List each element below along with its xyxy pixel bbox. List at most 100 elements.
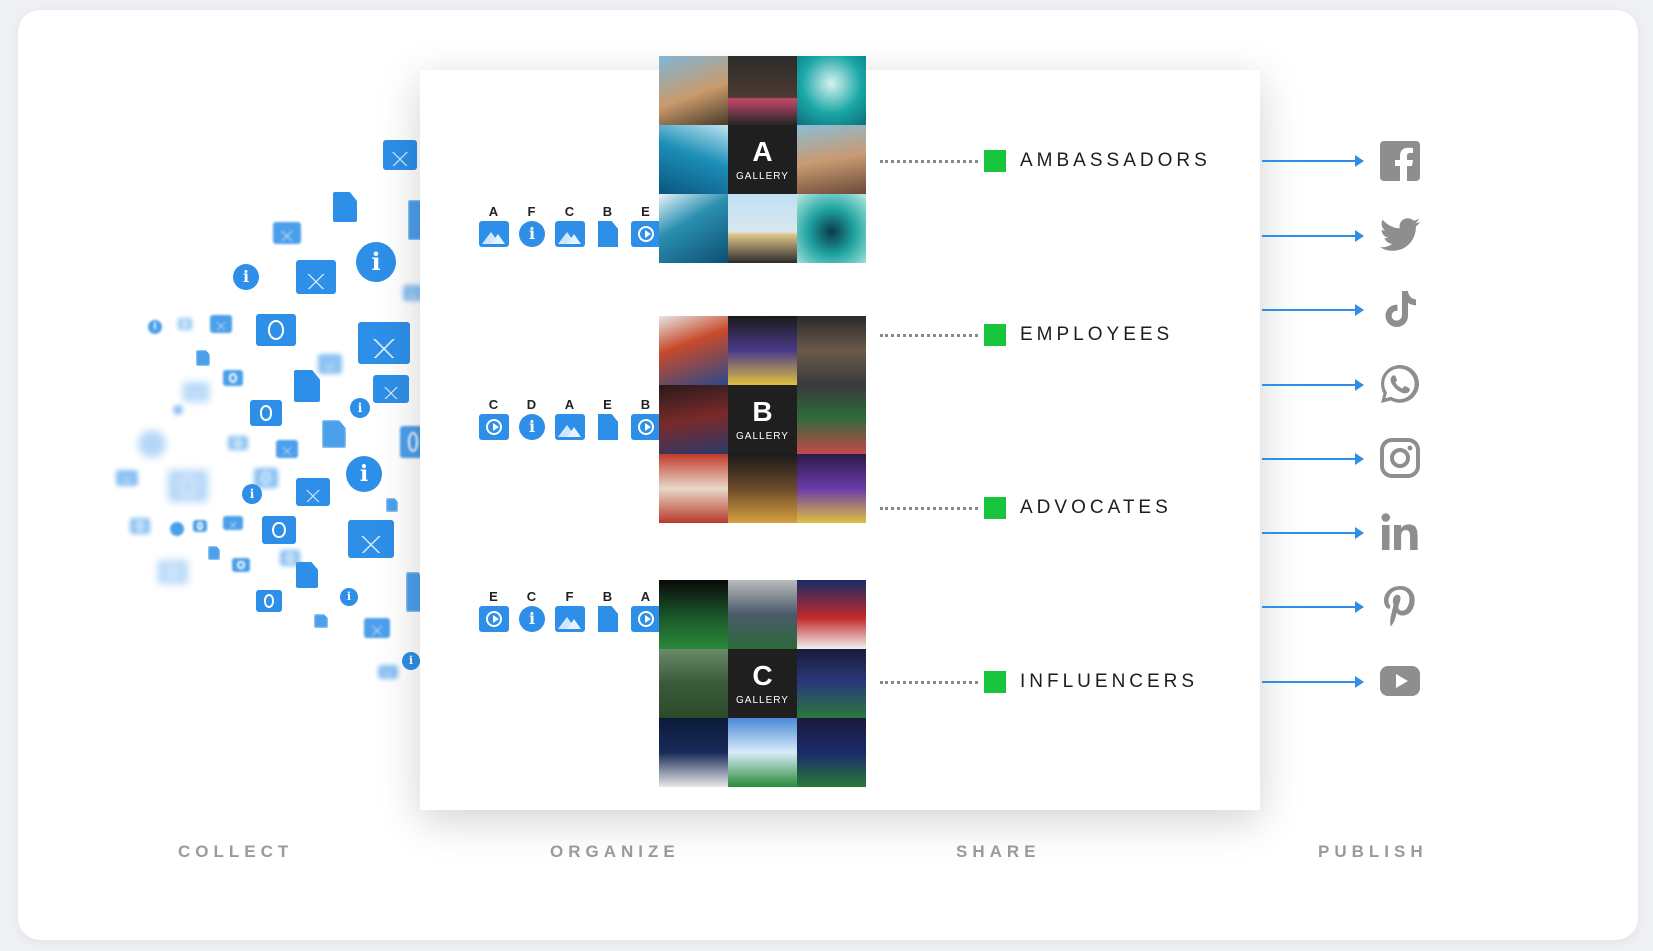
image-icon [555,414,585,440]
gallery-label-tile: A GALLERY [728,125,797,194]
video-icon [256,590,282,612]
media-item[interactable]: A [478,203,510,247]
media-tag-letter: C [526,589,538,604]
gallery-letter: C [752,660,773,691]
media-item[interactable]: Ci [516,588,548,632]
pinterest-icon[interactable] [1378,584,1422,628]
document-icon [196,350,210,366]
video-icon [631,414,661,440]
gallery-photo [659,125,728,194]
document-icon [386,498,398,512]
video-icon [158,560,188,584]
video-icon [631,221,661,247]
video-icon [479,606,509,632]
publish-arrow [1262,527,1364,539]
image-icon [364,618,390,638]
image-icon [555,606,585,632]
gallery-c[interactable]: C GALLERY [659,580,866,787]
connector-dots [880,159,978,163]
document-icon [322,420,346,448]
gallery-photo [797,125,866,194]
media-item[interactable]: Di [516,396,548,440]
video-icon [193,520,207,532]
gallery-photo [728,718,797,787]
info-icon: i [519,606,545,632]
gallery-photo [728,454,797,523]
media-icon-row-c: E Ci F B A [478,588,662,632]
publish-arrow [1262,155,1364,167]
info-icon: i [233,264,259,290]
media-tag-letter: D [526,397,538,412]
gallery-photo [728,56,797,125]
step-share: SHARE [956,842,1041,861]
linkedin-icon[interactable] [1378,510,1422,554]
media-item[interactable]: E [478,588,510,632]
instagram-icon[interactable] [1378,436,1422,480]
document-icon [598,414,618,440]
media-item[interactable]: C [554,203,586,247]
publish-arrow [1262,676,1364,688]
gallery-word: GALLERY [736,171,789,182]
video-icon [250,400,282,426]
gallery-photo [797,454,866,523]
gallery-b[interactable]: B GALLERY [659,316,866,523]
media-item[interactable]: E [592,396,624,440]
gallery-photo [797,580,866,649]
image-icon [383,140,417,170]
gallery-photo [659,454,728,523]
whatsapp-icon[interactable] [1378,362,1422,406]
step-organize: ORGANIZE [550,842,680,861]
twitter-icon[interactable] [1378,213,1422,257]
media-item[interactable]: B [592,588,624,632]
gallery-photo [659,385,728,454]
audience-advocates[interactable]: ADVOCATES [880,497,1172,519]
document-icon [314,614,328,628]
audience-marker [984,324,1006,346]
gallery-photo [659,580,728,649]
gallery-a[interactable]: A GALLERY [659,56,866,263]
audience-influencers[interactable]: INFLUENCERS [880,671,1198,693]
gallery-photo [797,56,866,125]
image-icon [296,260,336,294]
image-icon [318,354,342,374]
media-item[interactable]: A [630,588,662,632]
audience-employees[interactable]: EMPLOYEES [880,324,1173,346]
facebook-icon[interactable] [1378,139,1422,183]
image-icon [378,665,398,679]
media-item[interactable]: Fi [516,203,548,247]
gallery-photo [659,718,728,787]
step-collect: COLLECT [178,842,294,861]
audience-label: INFLUENCERS [1020,671,1199,692]
info-icon: i [356,242,396,282]
info-icon: i [519,221,545,247]
media-tag-letter: C [564,204,576,219]
image-icon [116,470,138,486]
audience-ambassadors[interactable]: AMBASSADORS [880,150,1211,172]
gallery-letter: B [752,396,773,427]
media-tag-letter: A [640,589,652,604]
image-icon [358,322,410,364]
video-icon [228,436,248,450]
media-item[interactable]: F [554,588,586,632]
media-tag-letter: B [602,589,614,604]
document-icon [333,192,357,222]
media-item[interactable]: B [630,396,662,440]
connector-dots [880,333,978,337]
publish-arrow [1262,379,1364,391]
media-item[interactable]: A [554,396,586,440]
info-icon [170,522,184,536]
image-icon [348,520,394,558]
gallery-photo [659,194,728,263]
media-item[interactable]: B [592,203,624,247]
audience-label: AMBASSADORS [1020,150,1211,171]
youtube-icon[interactable] [1378,659,1422,703]
gallery-photo [797,385,866,454]
info-icon: i [242,484,262,504]
media-item[interactable]: C [478,396,510,440]
image-icon [223,516,243,530]
document-icon [598,221,618,247]
media-item[interactable]: E [630,203,662,247]
gallery-photo [728,316,797,385]
audience-marker [984,671,1006,693]
tiktok-icon[interactable] [1378,287,1422,331]
